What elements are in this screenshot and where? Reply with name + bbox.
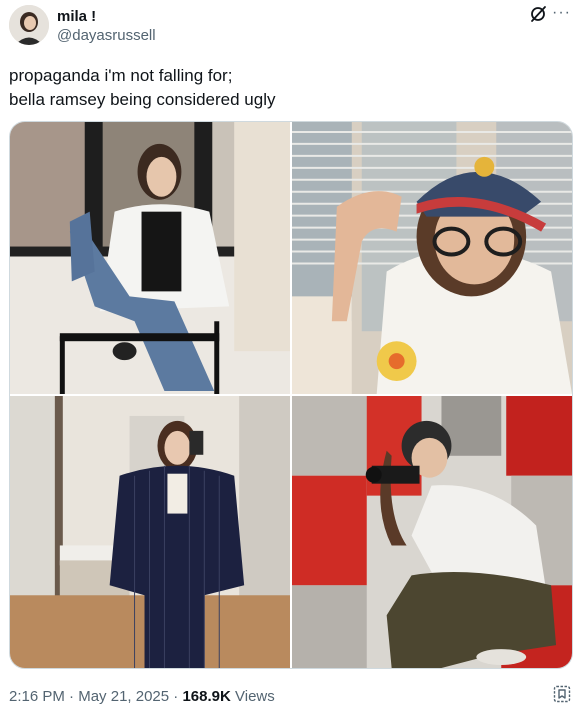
photo-1[interactable]	[10, 122, 290, 394]
bookmark-icon[interactable]	[553, 685, 571, 703]
display-name[interactable]: mila !	[57, 8, 96, 25]
views-count[interactable]: 168.9K	[182, 688, 230, 705]
views-label: Views	[235, 688, 275, 705]
photo-2[interactable]	[292, 122, 572, 394]
photo-3[interactable]	[10, 396, 290, 668]
user-handle[interactable]: @dayasrussell	[57, 27, 156, 44]
tweet-meta: 2:16 PM · May 21, 2025 · 168.9K Views	[9, 688, 275, 705]
meta-separator: ·	[69, 688, 75, 705]
avatar[interactable]	[9, 5, 49, 45]
photo-4[interactable]	[292, 396, 572, 668]
more-icon[interactable]: ···	[552, 4, 571, 22]
tweet-time[interactable]: 2:16 PM	[9, 688, 65, 705]
meta-separator: ·	[173, 688, 179, 705]
tweet-text: propaganda i'm not falling for; bella ra…	[9, 66, 276, 109]
grok-icon[interactable]	[529, 5, 547, 23]
media-grid	[9, 121, 573, 669]
tweet-date[interactable]: May 21, 2025	[78, 688, 169, 705]
